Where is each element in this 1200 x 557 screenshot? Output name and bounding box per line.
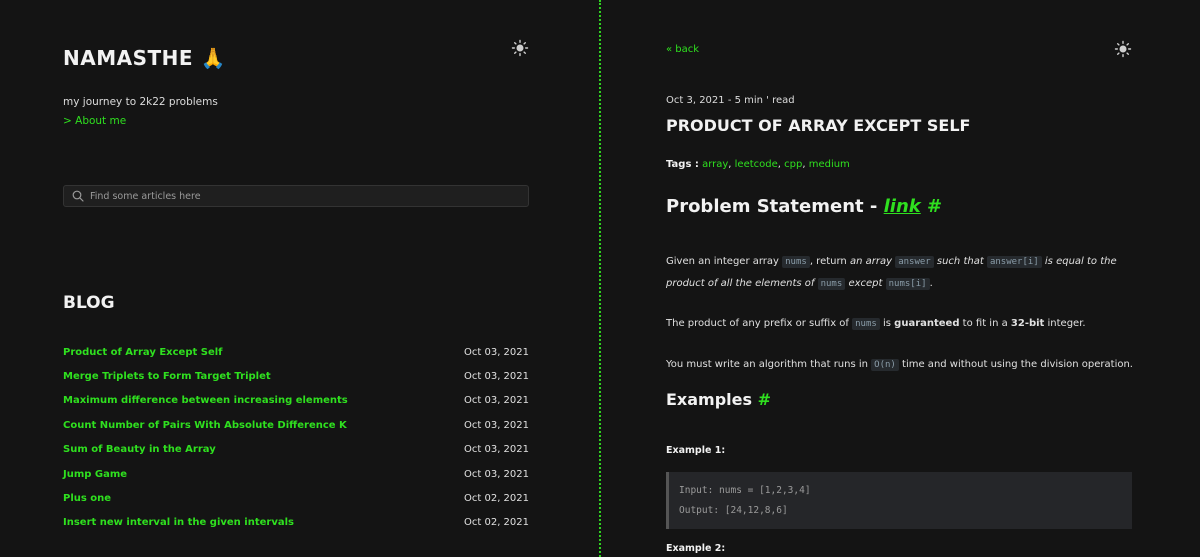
anchor-hash[interactable]: # xyxy=(758,390,771,409)
theme-toggle-sun-icon[interactable] xyxy=(1114,40,1132,58)
site-tagline: my journey to 2k22 problems xyxy=(63,96,218,108)
post-tags: Tags : array, leetcode, cpp, medium xyxy=(666,159,850,170)
code-line: Input: nums = [1,2,3,4] xyxy=(679,485,811,496)
code-line: Output: [24,12,8,6] xyxy=(679,505,788,516)
tag-link[interactable]: cpp xyxy=(784,159,802,170)
blog-post-list: Product of Array Except Self Oct 03, 2021… xyxy=(63,340,529,535)
post-date: Oct 03, 2021 xyxy=(464,419,529,431)
post-date: Oct 03, 2021 xyxy=(464,346,529,358)
list-item: Jump Game Oct 03, 2021 xyxy=(63,462,529,486)
requirement-paragraph: You must write an algorithm that runs in… xyxy=(666,354,1136,376)
site-title: NAMASTHE 🙏 xyxy=(63,46,226,70)
heading-text: Problem Statement - xyxy=(666,196,884,217)
inline-code: nums xyxy=(782,256,810,268)
post-title: PRODUCT OF ARRAY EXCEPT SELF xyxy=(666,116,971,135)
post-date: Oct 03, 2021 xyxy=(464,371,529,383)
post-date: Oct 02, 2021 xyxy=(464,517,529,529)
search-box[interactable] xyxy=(63,185,529,207)
post-date: Oct 03, 2021 xyxy=(464,395,529,407)
back-link[interactable]: « back xyxy=(666,44,699,55)
anchor-hash[interactable]: # xyxy=(927,196,942,217)
list-item: Maximum difference between increasing el… xyxy=(63,389,529,413)
list-item: Plus one Oct 02, 2021 xyxy=(63,486,529,510)
blog-index-pane: NAMASTHE 🙏 my journey to 2k22 problems >… xyxy=(0,0,599,557)
list-item: Count Number of Pairs With Absolute Diff… xyxy=(63,413,529,437)
text: Given an integer array xyxy=(666,256,783,267)
examples-heading: Examples # xyxy=(666,390,771,409)
text: You must write an algorithm that runs in xyxy=(666,359,872,370)
text: . xyxy=(929,278,933,289)
about-me-link[interactable]: > About me xyxy=(63,115,126,127)
constraint-paragraph: The product of any prefix or suffix of n… xyxy=(666,313,1136,335)
post-link[interactable]: Count Number of Pairs With Absolute Diff… xyxy=(63,420,347,431)
text: is xyxy=(879,318,895,329)
text: The product of any prefix or suffix of xyxy=(666,318,853,329)
post-link[interactable]: Sum of Beauty in the Array xyxy=(63,444,216,455)
heading-text: Examples xyxy=(666,390,758,409)
example-2-label: Example 2: xyxy=(666,543,726,554)
text: to fit in a xyxy=(959,318,1011,329)
list-item: Insert new interval in the given interva… xyxy=(63,511,529,535)
post-link[interactable]: Jump Game xyxy=(63,469,127,480)
tag-link[interactable]: medium xyxy=(809,159,850,170)
tag-link[interactable]: array xyxy=(702,159,728,170)
post-date: Oct 03, 2021 xyxy=(464,444,529,456)
inline-code: nums[i] xyxy=(885,278,930,290)
inline-code: answer xyxy=(895,256,934,268)
tag-link[interactable]: leetcode xyxy=(735,159,778,170)
example-1-label: Example 1: xyxy=(666,445,726,456)
inline-code: answer[i] xyxy=(986,256,1042,268)
inline-code: nums xyxy=(817,278,846,290)
post-link[interactable]: Maximum difference between increasing el… xyxy=(63,395,348,406)
inline-code: nums xyxy=(852,318,880,330)
text: an array xyxy=(849,256,896,267)
example-1-codeblock: Input: nums = [1,2,3,4] Output: [24,12,8… xyxy=(666,472,1132,529)
text: time and without using the division oper… xyxy=(898,359,1133,370)
post-link[interactable]: Product of Array Except Self xyxy=(63,347,223,358)
post-link[interactable]: Merge Triplets to Form Target Triplet xyxy=(63,371,271,382)
theme-toggle-sun-icon[interactable] xyxy=(511,39,529,57)
text: except xyxy=(845,278,886,289)
list-item: Product of Array Except Self Oct 03, 2021 xyxy=(63,340,529,364)
tags-label: Tags : xyxy=(666,159,699,170)
text: guaranteed xyxy=(894,318,960,329)
problem-statement-heading: Problem Statement - link # xyxy=(666,196,942,217)
text: , return xyxy=(809,256,850,267)
blog-heading: BLOG xyxy=(63,293,115,313)
post-date: Oct 02, 2021 xyxy=(464,493,529,505)
article-pane: « back Oct 3, 2021 - 5 min ' read PRODUC… xyxy=(601,0,1200,557)
problem-paragraph: Given an integer array nums, return an a… xyxy=(666,251,1136,295)
text: 32-bit xyxy=(1010,318,1045,329)
list-item: Merge Triplets to Form Target Triplet Oct… xyxy=(63,364,529,388)
text: integer. xyxy=(1044,318,1086,329)
text: such that xyxy=(933,256,987,267)
problem-link[interactable]: link xyxy=(884,196,921,217)
search-input[interactable] xyxy=(90,190,510,202)
post-meta: Oct 3, 2021 - 5 min ' read xyxy=(666,95,795,106)
post-link[interactable]: Plus one xyxy=(63,493,111,504)
post-date: Oct 03, 2021 xyxy=(464,468,529,480)
list-item: Sum of Beauty in the Array Oct 03, 2021 xyxy=(63,438,529,462)
post-link[interactable]: Insert new interval in the given interva… xyxy=(63,517,294,528)
inline-code: O(n) xyxy=(871,359,899,371)
search-icon xyxy=(72,190,84,202)
